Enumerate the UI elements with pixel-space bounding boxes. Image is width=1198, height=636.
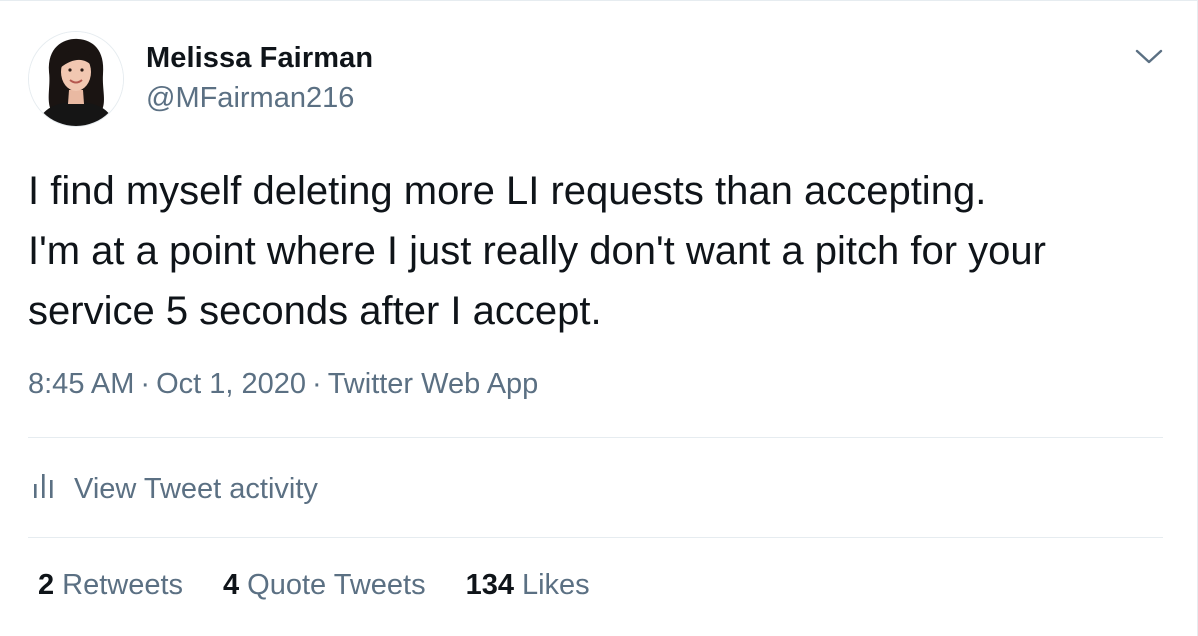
tweet-text-line: I'm at a point where I just really don't… — [28, 229, 1046, 273]
quote-tweets-stat[interactable]: 4 Quote Tweets — [223, 569, 426, 602]
tweet-time[interactable]: 8:45 AM — [28, 368, 134, 400]
author-handle[interactable]: @MFairman216 — [146, 82, 354, 115]
tweet-metadata: 8:45 AM · Oct 1, 2020 · Twitter Web App — [28, 368, 538, 401]
tweet-text-line: I find myself deleting more LI requests … — [28, 169, 987, 213]
retweets-count: 2 — [38, 569, 55, 601]
author-name[interactable]: Melissa Fairman — [146, 42, 373, 75]
likes-count: 134 — [465, 569, 514, 601]
quote-tweets-count: 4 — [223, 569, 240, 601]
tweet-text-line: service 5 seconds after I accept. — [28, 289, 602, 333]
tweet-stats: 2 Retweets 4 Quote Tweets 134 Likes — [38, 569, 590, 602]
avatar[interactable] — [28, 31, 124, 127]
retweets-label: Retweets — [62, 569, 184, 601]
chevron-down-icon[interactable] — [1133, 43, 1165, 71]
activity-label: View Tweet activity — [74, 472, 318, 505]
avatar-image — [29, 32, 123, 126]
meta-separator: · — [312, 368, 322, 400]
tweet-text: I find myself deleting more LI requests … — [28, 161, 1178, 341]
quote-tweets-label: Quote Tweets — [247, 569, 426, 601]
tweet-date[interactable]: Oct 1, 2020 — [156, 368, 306, 400]
likes-stat[interactable]: 134 Likes — [466, 569, 590, 602]
retweets-stat[interactable]: 2 Retweets — [38, 569, 183, 602]
likes-label: Likes — [521, 569, 590, 601]
divider — [28, 537, 1163, 538]
divider — [28, 437, 1163, 438]
view-tweet-activity-link[interactable]: View Tweet activity — [32, 469, 318, 509]
bar-chart-icon — [32, 470, 56, 508]
meta-separator: · — [140, 368, 151, 400]
tweet-card: Melissa Fairman @MFairman216 I find myse… — [0, 0, 1198, 636]
tweet-source[interactable]: Twitter Web App — [328, 368, 539, 400]
